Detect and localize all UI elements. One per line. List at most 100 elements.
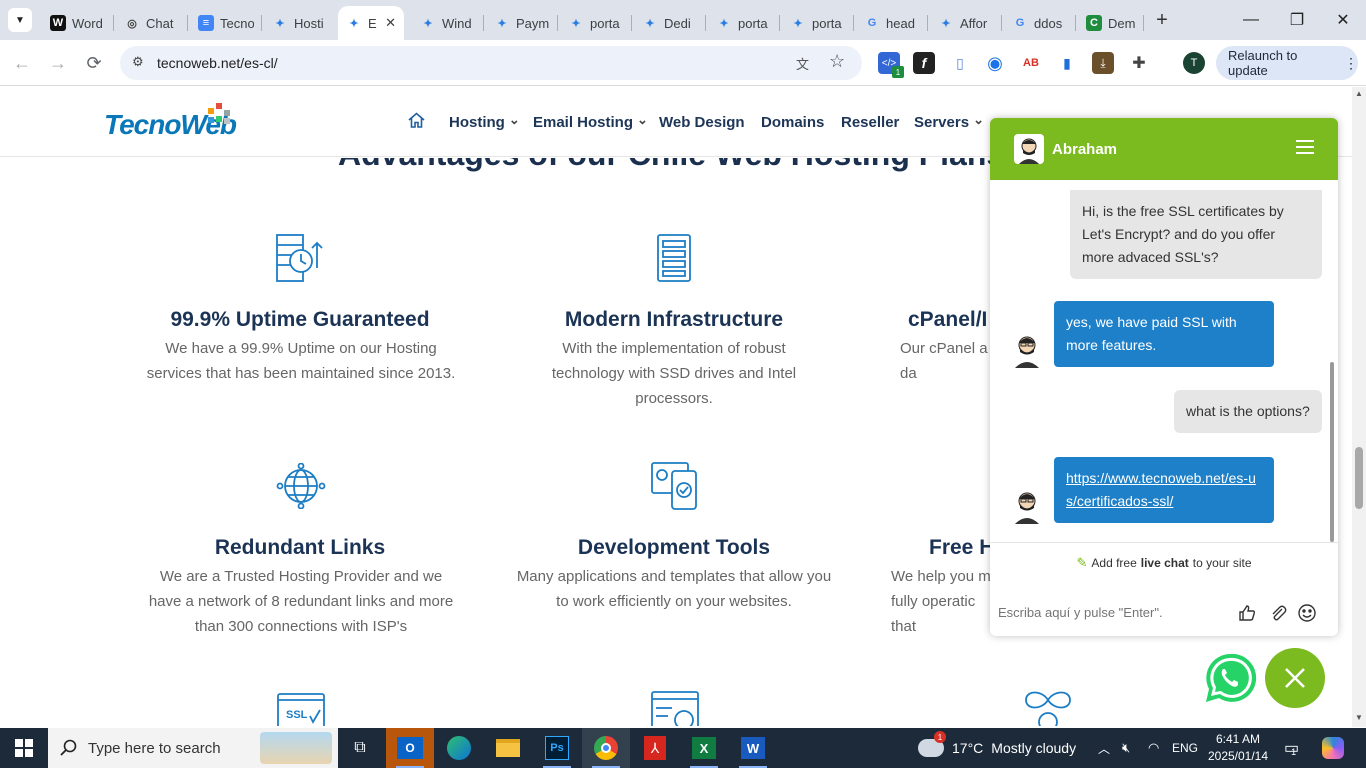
cloud-icon: 1 (918, 731, 946, 757)
browser-tab[interactable]: ◎ Chat (116, 6, 188, 40)
site-info-icon[interactable]: ⚙ (132, 54, 144, 70)
browser-tab[interactable]: ✦ Wind (412, 6, 484, 40)
photoshop-taskbar-icon[interactable]: Ps (533, 728, 581, 768)
tray-overflow-chevron[interactable]: ︿ (1098, 728, 1110, 768)
nav-item[interactable]: Email Hosting ⌄ (533, 112, 648, 132)
bookmark-star-icon[interactable]: ☆ (829, 51, 845, 72)
powered-pre: Add free (1091, 555, 1137, 570)
nav-item[interactable]: Hosting ⌄ (449, 112, 520, 132)
word-taskbar-icon[interactable]: W (729, 728, 777, 768)
browser-tab[interactable]: W Word (42, 6, 114, 40)
chrome-taskbar-icon[interactable] (582, 728, 630, 768)
browser-tab[interactable]: ✦ Paym (486, 6, 558, 40)
start-button[interactable] (0, 728, 48, 768)
browser-tab[interactable]: ✦ porta (782, 6, 854, 40)
url-text[interactable]: tecnoweb.net/es-cl/ (157, 55, 278, 71)
relaunch-button[interactable]: Relaunch to update ⋮ (1216, 46, 1358, 80)
logo-square (224, 110, 230, 116)
site-logo[interactable]: TecnoWeb (104, 109, 237, 141)
weather-widget[interactable]: 1 17°C Mostly cloudy (918, 728, 1076, 768)
translate-icon[interactable]: 文 (796, 54, 809, 73)
volume-muted-icon[interactable]: 🔇︎ (1122, 728, 1130, 768)
page-scroll-thumb[interactable] (1355, 447, 1363, 509)
address-bar[interactable]: ⚙ tecnoweb.net/es-cl/ 文 ☆ (120, 46, 862, 80)
browser-tab[interactable]: Gddos (1004, 6, 1076, 40)
extension-adblock-icon[interactable]: AB (1020, 52, 1042, 74)
outlook-taskbar-icon[interactable]: O (386, 728, 434, 768)
tab-search-button[interactable]: ▼ (8, 8, 32, 32)
copilot-icon[interactable] (1322, 728, 1344, 768)
language-indicator[interactable]: ENG (1172, 728, 1198, 768)
file-explorer-taskbar-icon[interactable] (484, 728, 532, 768)
close-window-button[interactable]: ✕ (1320, 0, 1366, 40)
tab-title: Dedi (664, 15, 691, 31)
weather-desc: Mostly cloudy (991, 740, 1077, 756)
chat-scrollbar[interactable] (1330, 362, 1334, 542)
extension-font-icon[interactable]: f (913, 52, 935, 74)
extension-bookmark-icon[interactable]: ▮ (1056, 52, 1078, 74)
nav-item[interactable]: Web Design (659, 114, 745, 131)
tab-active[interactable]: ✦ E ✕ (338, 6, 404, 40)
taskbar-search[interactable]: Type here to search (48, 728, 338, 768)
extension-download-icon[interactable]: ⤓ (1092, 52, 1114, 74)
clock[interactable]: 6:41 AM 2025/01/14 (1206, 728, 1270, 768)
browser-tab[interactable]: ≡ Tecno (190, 6, 262, 40)
tab-separator (113, 15, 114, 31)
menu-kebab-icon[interactable]: ⋮ (1344, 55, 1358, 72)
home-icon[interactable] (408, 112, 425, 133)
browser-tab[interactable]: ✦ porta (560, 6, 632, 40)
tab-title: Word (72, 15, 103, 31)
ssl-certificates-link[interactable]: https://www.tecnoweb.net/es-us/certifica… (1066, 470, 1256, 509)
back-button[interactable]: ← (8, 50, 36, 76)
search-icon (60, 739, 77, 756)
extension-doc-icon[interactable]: ▯ (949, 52, 971, 74)
emoji-icon[interactable] (1296, 602, 1318, 624)
reload-button[interactable]: ⟳ (80, 50, 108, 76)
attachment-icon[interactable] (1267, 602, 1289, 624)
powered-by-banner[interactable]: ✎ Add free live chat to your site (990, 542, 1338, 582)
browser-tab[interactable]: ✦ Affor (930, 6, 1002, 40)
forward-button[interactable]: → (44, 50, 72, 76)
browser-tab[interactable]: ✦ porta (708, 6, 780, 40)
agent-avatar-small (1012, 332, 1042, 368)
new-tab-button[interactable]: + (1150, 8, 1174, 32)
svg-text:SSL: SSL (286, 709, 308, 721)
extension-circle-icon[interactable]: ◉ (984, 52, 1006, 74)
profile-avatar[interactable]: T (1183, 52, 1205, 74)
acrobat-taskbar-icon[interactable]: ⅄ (631, 728, 679, 768)
scroll-down-arrow[interactable]: ▼ (1355, 713, 1363, 722)
nav-item[interactable]: Reseller (841, 114, 899, 131)
thumbs-up-icon[interactable] (1236, 602, 1258, 624)
excel-taskbar-icon[interactable]: X (680, 728, 728, 768)
agent-name: Abraham (1052, 141, 1118, 158)
tab-separator (631, 15, 632, 31)
browser-tab[interactable]: C Dem (1078, 6, 1144, 40)
scroll-up-arrow[interactable]: ▲ (1355, 89, 1363, 98)
maximize-button[interactable]: ❐ (1274, 0, 1320, 40)
logo-square (208, 108, 214, 114)
task-view-button[interactable]: ⧉ (336, 728, 384, 768)
extension-code-icon[interactable]: </> 1 (878, 52, 904, 78)
extensions-puzzle-icon[interactable]: ✚ (1128, 52, 1150, 74)
close-chat-button[interactable] (1265, 648, 1325, 708)
browser-tab[interactable]: Ghead (856, 6, 928, 40)
page-scrollbar[interactable]: ▲ ▼ (1352, 87, 1366, 727)
chat-menu-icon[interactable] (1296, 140, 1314, 156)
browser-tab[interactable]: ✦ Dedi (634, 6, 706, 40)
browser-tab[interactable]: ✦ Hosti (264, 6, 336, 40)
nav-item[interactable]: Servers ⌄ (914, 112, 984, 132)
wifi-icon[interactable]: ◠ (1148, 728, 1159, 768)
chat-message-input[interactable] (998, 598, 1228, 626)
feature-title-cpanel: cPanel/I (908, 308, 988, 331)
whatsapp-button[interactable] (1199, 647, 1261, 709)
powered-bold: live chat (1140, 555, 1189, 570)
notification-center-icon[interactable]: ▭ 1 (1284, 728, 1299, 768)
edge-taskbar-icon[interactable] (435, 728, 483, 768)
tab-favicon-icon: ✦ (941, 17, 951, 30)
nav-item[interactable]: Domains (761, 114, 824, 131)
tidio-icon: ✎ (1076, 554, 1088, 570)
minimize-button[interactable]: — (1228, 0, 1274, 40)
close-tab-icon[interactable]: ✕ (385, 15, 396, 31)
tab-favicon-icon: C (1086, 15, 1102, 31)
tab-favicon-icon: ✦ (793, 17, 803, 30)
